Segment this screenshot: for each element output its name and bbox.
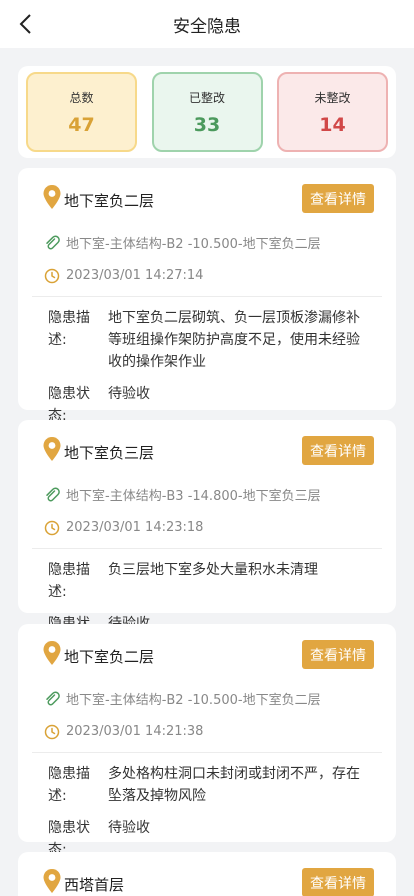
stat-total-label: 总数 [69,90,94,105]
stat-unrectified[interactable]: 未整改 14 [277,72,388,152]
clock-icon [44,268,60,283]
hazard-description: 负三层地下室多处大量积水未清理 [108,562,318,578]
nav-bar: 安全隐患 [0,0,414,48]
stats-panel: 总数 47 已整改 33 未整改 14 [18,66,396,158]
page-title: 安全隐患 [173,16,241,37]
location-path: 地下室-主体结构-B2 -10.500-地下室负二层 [66,693,321,708]
location-pin-icon [43,641,61,665]
desc-key: 隐患描述: [48,766,90,804]
clock-icon [44,520,60,535]
location-path: 地下室-主体结构-B2 -10.500-地下室负二层 [66,237,321,252]
view-detail-button[interactable]: 查看详情 [302,868,374,896]
hazard-description: 地下室负二层砌筑、负一层顶板渗漏修补等班组操作架防护高度不足，使用未经验收的操作… [108,310,360,370]
attachment-icon [46,691,60,705]
stat-total[interactable]: 总数 47 [26,72,137,152]
report-time: 2023/03/01 14:23:18 [66,520,204,535]
stat-unrectified-label: 未整改 [314,90,351,105]
attachment-icon [46,235,60,249]
location-name: 地下室负三层 [64,444,155,462]
desc-key: 隐患描述: [48,310,90,348]
attachment-icon [46,487,60,501]
location-pin-icon [43,437,61,461]
view-detail-button[interactable]: 查看详情 [302,184,374,213]
back-button[interactable] [10,9,40,39]
hazard-card[interactable]: 地下室负三层 查看详情 地下室-主体结构-B3 -14.800-地下室负三层 2… [18,420,396,654]
hazard-card[interactable]: 地下室负二层 查看详情 地下室-主体结构-B2 -10.500-地下室负二层 2… [18,624,396,858]
clock-icon [44,724,60,739]
stat-rectified-value: 33 [193,113,221,136]
hazard-card[interactable]: 西塔首层 查看详情 [18,852,396,896]
hazard-description: 多处格构柱洞口未封闭或封闭不严，存在坠落及掉物风险 [108,766,360,804]
location-name: 地下室负二层 [64,648,155,666]
location-pin-icon [43,869,61,893]
location-name: 西塔首层 [64,876,125,894]
stat-unrectified-value: 14 [319,113,346,136]
view-detail-button[interactable]: 查看详情 [302,640,374,669]
stat-rectified[interactable]: 已整改 33 [151,72,263,152]
stat-total-value: 47 [68,113,95,136]
view-detail-button[interactable]: 查看详情 [302,436,374,465]
report-time: 2023/03/01 14:27:14 [66,268,204,283]
location-pin-icon [43,185,61,209]
location-name: 地下室负二层 [64,192,155,210]
location-path: 地下室-主体结构-B3 -14.800-地下室负三层 [66,489,321,504]
report-time: 2023/03/01 14:21:38 [66,724,204,739]
hazard-card[interactable]: 地下室负二层 查看详情 地下室-主体结构-B2 -10.500-地下室负二层 2… [18,168,396,424]
chevron-left-icon [19,14,31,34]
desc-key: 隐患描述: [48,562,90,600]
stat-rectified-label: 已整改 [188,90,225,105]
